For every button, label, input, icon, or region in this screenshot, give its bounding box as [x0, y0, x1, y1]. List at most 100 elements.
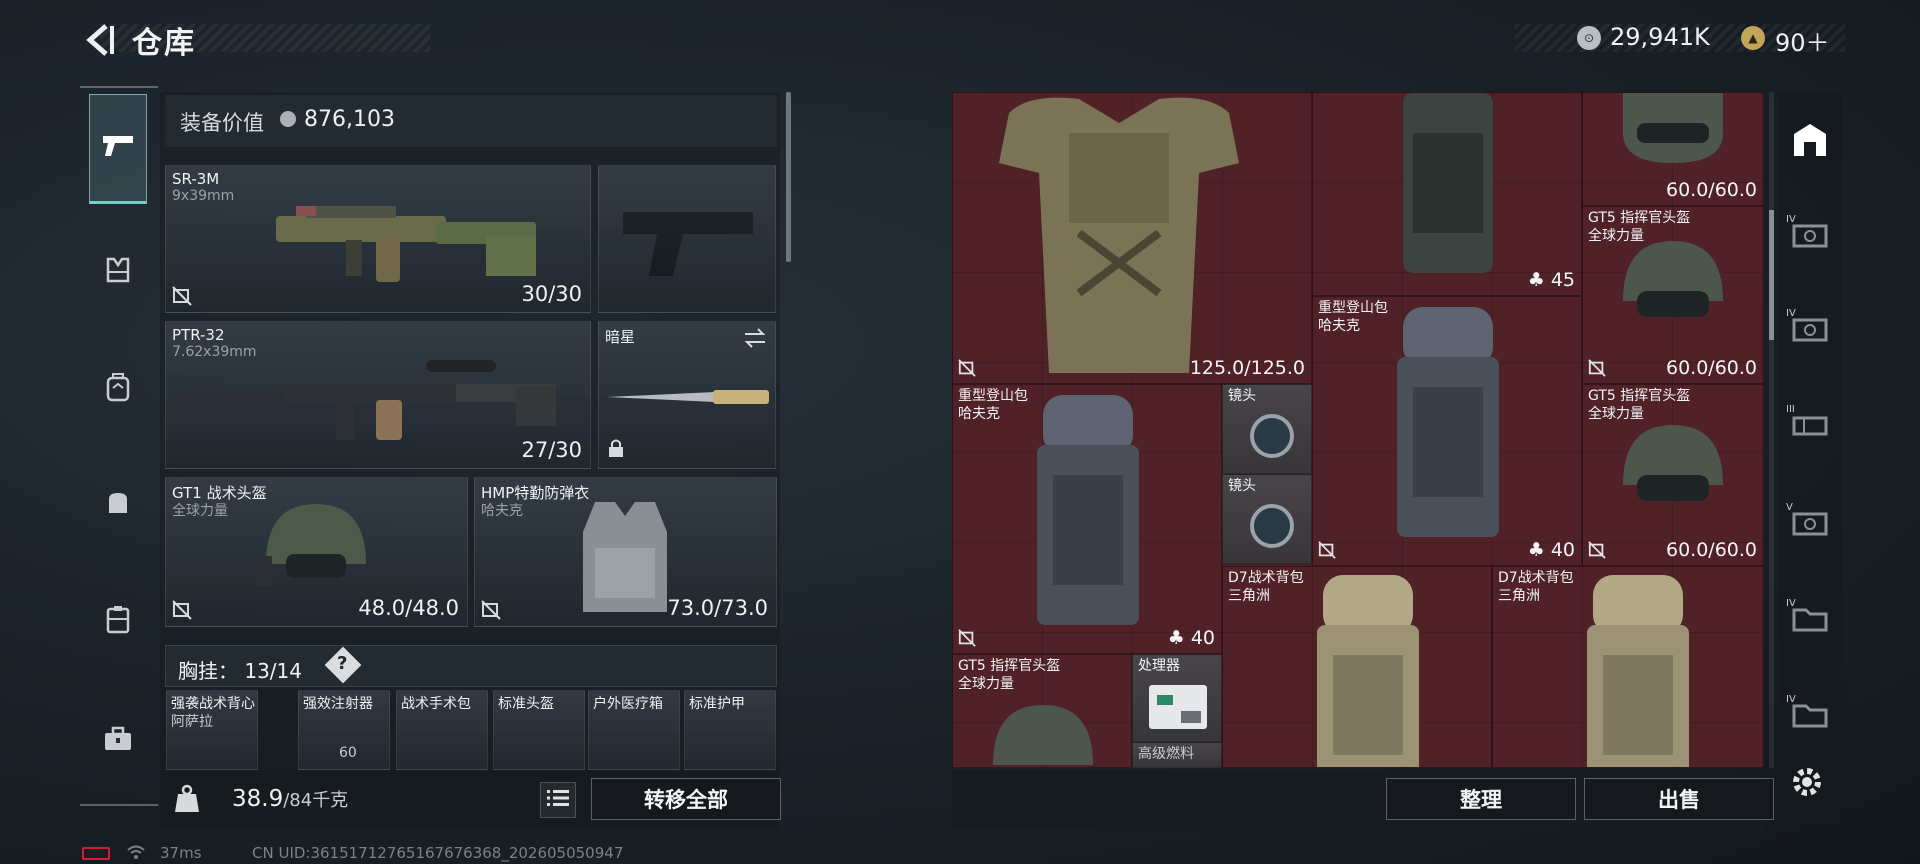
- stash-item-lens[interactable]: 镜头: [1222, 474, 1312, 564]
- stash-item-helmet[interactable]: 60.0/60.0: [1582, 92, 1764, 206]
- rail-tab-toolbox[interactable]: [89, 712, 147, 770]
- rail-tab-weapons[interactable]: [89, 94, 147, 204]
- rig-item-name: 强效注射器: [303, 696, 373, 712]
- rig-item[interactable]: 标准护甲: [684, 690, 776, 770]
- tier-label: V: [1786, 502, 1793, 513]
- rig-item[interactable]: 户外医疗箱: [588, 690, 680, 770]
- rifle-image: [276, 206, 536, 282]
- stash-scrollbar-track[interactable]: [1769, 92, 1774, 768]
- knife-image: [607, 390, 769, 404]
- primary-weapon-slot[interactable]: SR-3M 9x39mm 30/30: [165, 165, 591, 313]
- stash-item-backpack[interactable]: D7战术背包 三角洲: [1222, 566, 1492, 768]
- stash-item-backpack[interactable]: 重型登山包 哈夫克 ♣ 40: [952, 384, 1222, 654]
- stash-grid[interactable]: 125.0/125.0 ♣ 45 60.0/60.0 GT5 指挥官头盔 全球力量…: [952, 92, 1764, 768]
- armor-durability: 73.0/73.0: [667, 596, 768, 620]
- tier-label: IV: [1786, 598, 1796, 609]
- rig-item[interactable]: 强袭战术背心 阿萨拉: [166, 690, 258, 770]
- rail-tab-vest[interactable]: [89, 242, 147, 300]
- backpack-image: [1403, 93, 1493, 273]
- rail-divider-top: [80, 86, 158, 88]
- stash-tab-3[interactable]: IV: [1784, 306, 1836, 358]
- stash-tab-2[interactable]: IV: [1784, 212, 1836, 264]
- rig-item-name: 战术手术包: [401, 696, 471, 712]
- rifle-image: [176, 360, 556, 440]
- weapon-ammo: 27/30: [521, 438, 582, 462]
- user-id: CN UID:36151712765167676368_202605050947: [252, 844, 624, 862]
- folder-icon: [1792, 702, 1828, 734]
- rail-tab-pouch[interactable]: [89, 476, 147, 534]
- stash-tab-4[interactable]: III: [1784, 402, 1836, 454]
- no-insure-icon: [172, 286, 192, 306]
- safe-icon: [1792, 222, 1828, 254]
- premium-currency-icon: ▲: [1741, 26, 1765, 50]
- stash-item-helmet[interactable]: GT5 指挥官头盔 全球力量 60.0/60.0: [1582, 384, 1764, 566]
- rig-item[interactable]: 标准头盔: [493, 690, 585, 770]
- help-glyph: ?: [337, 653, 348, 674]
- folder-icon: [1792, 606, 1828, 638]
- equipment-value: 876,103: [304, 107, 395, 132]
- stash-item-name: 重型登山包 哈夫克: [958, 388, 1028, 422]
- stash-scrollbar-thumb[interactable]: [1769, 210, 1774, 340]
- stash-item-helmet[interactable]: GT5 指挥官头盔 全球力量: [952, 654, 1132, 768]
- backpack-image: [1037, 395, 1139, 625]
- stash-item-name: 处理器: [1138, 658, 1180, 674]
- stash-item-capacity: ♣ 40: [1527, 539, 1575, 561]
- rig-item-count: 60: [339, 745, 357, 761]
- rig-item-name: 标准护甲: [689, 696, 745, 712]
- stash-item-backpack[interactable]: 重型登山包 哈夫克 ♣ 40: [1312, 296, 1582, 566]
- stash-item-backpack[interactable]: ♣ 45: [1312, 92, 1582, 296]
- page-title: 仓库: [132, 26, 196, 61]
- rig-item[interactable]: 战术手术包: [396, 690, 488, 770]
- helmet-image: [1623, 425, 1723, 501]
- stash-tab-5[interactable]: V: [1784, 500, 1836, 552]
- rail-tab-backpack[interactable]: [89, 360, 147, 418]
- tier-label: IV: [1786, 694, 1796, 705]
- secondary-weapon-slot[interactable]: PTR-32 7.62x39mm 27/30: [165, 321, 591, 469]
- rail-tab-container[interactable]: [89, 592, 147, 650]
- stash-item-processor[interactable]: 处理器: [1132, 654, 1222, 742]
- backpack-icon: [104, 372, 132, 406]
- armor-slot[interactable]: HMP特勤防弹衣 哈夫克 73.0/73.0: [474, 477, 777, 627]
- gear-icon[interactable]: [1787, 762, 1827, 802]
- sort-button[interactable]: 整理: [1386, 778, 1576, 820]
- pistol-slot[interactable]: [598, 165, 776, 313]
- rig-item[interactable]: 强效注射器 60: [298, 690, 390, 770]
- weight-icon: ♣: [1527, 269, 1545, 291]
- stash-item-fuel[interactable]: 高级燃料: [1132, 742, 1222, 768]
- loadout-scrollbar[interactable]: [786, 92, 791, 262]
- back-arrow-icon[interactable]: [80, 20, 120, 60]
- pistol-silhouette-icon: [623, 212, 753, 276]
- stash-tab-6[interactable]: IV: [1784, 596, 1836, 648]
- coin-icon: ⊙: [1577, 26, 1601, 50]
- stash-item-name: D7战术背包 三角洲: [1498, 570, 1574, 604]
- tier-label: IV: [1786, 214, 1796, 225]
- chest-rig-label: 胸挂： 13/14: [178, 659, 302, 683]
- swap-icon[interactable]: [743, 328, 767, 352]
- battery-icon: [82, 847, 110, 860]
- helmet-slot[interactable]: GT1 战术头盔 全球力量 48.0/48.0: [165, 477, 468, 627]
- rig-item-name: 户外医疗箱: [593, 696, 663, 712]
- stash-tab-7[interactable]: IV: [1784, 692, 1836, 744]
- stash-item-armor[interactable]: 125.0/125.0: [952, 92, 1312, 384]
- stash-item-name: D7战术背包 三角洲: [1228, 570, 1304, 604]
- ping-readout: 37ms: [160, 844, 202, 862]
- premium-currency-balance[interactable]: 90＋: [1775, 23, 1830, 58]
- weight-icon: [172, 784, 202, 814]
- stash-item-backpack[interactable]: D7战术背包 三角洲: [1492, 566, 1764, 768]
- transfer-all-button[interactable]: 转移全部: [591, 778, 781, 820]
- carry-weight: 38.9/84千克: [232, 786, 349, 812]
- stash-tab-main[interactable]: [1784, 116, 1836, 168]
- melee-slot[interactable]: 暗星: [598, 321, 776, 469]
- backpack-image: [1317, 575, 1419, 767]
- list-view-button[interactable]: [540, 782, 576, 818]
- stash-item-name: 镜头: [1228, 388, 1256, 404]
- currency-balance: 29,941K: [1610, 23, 1710, 51]
- stash-item-lens[interactable]: 镜头: [1222, 384, 1312, 474]
- helmet-image: [1623, 241, 1723, 317]
- vest-icon: [104, 255, 132, 287]
- stash-item-name: 镜头: [1228, 478, 1256, 494]
- sell-button[interactable]: 出售: [1584, 778, 1774, 820]
- carry-weight-max: /84千克: [283, 790, 349, 811]
- stash-item-helmet[interactable]: GT5 指挥官头盔 全球力量 60.0/60.0: [1582, 206, 1764, 384]
- rig-item-sub: 阿萨拉: [171, 714, 213, 730]
